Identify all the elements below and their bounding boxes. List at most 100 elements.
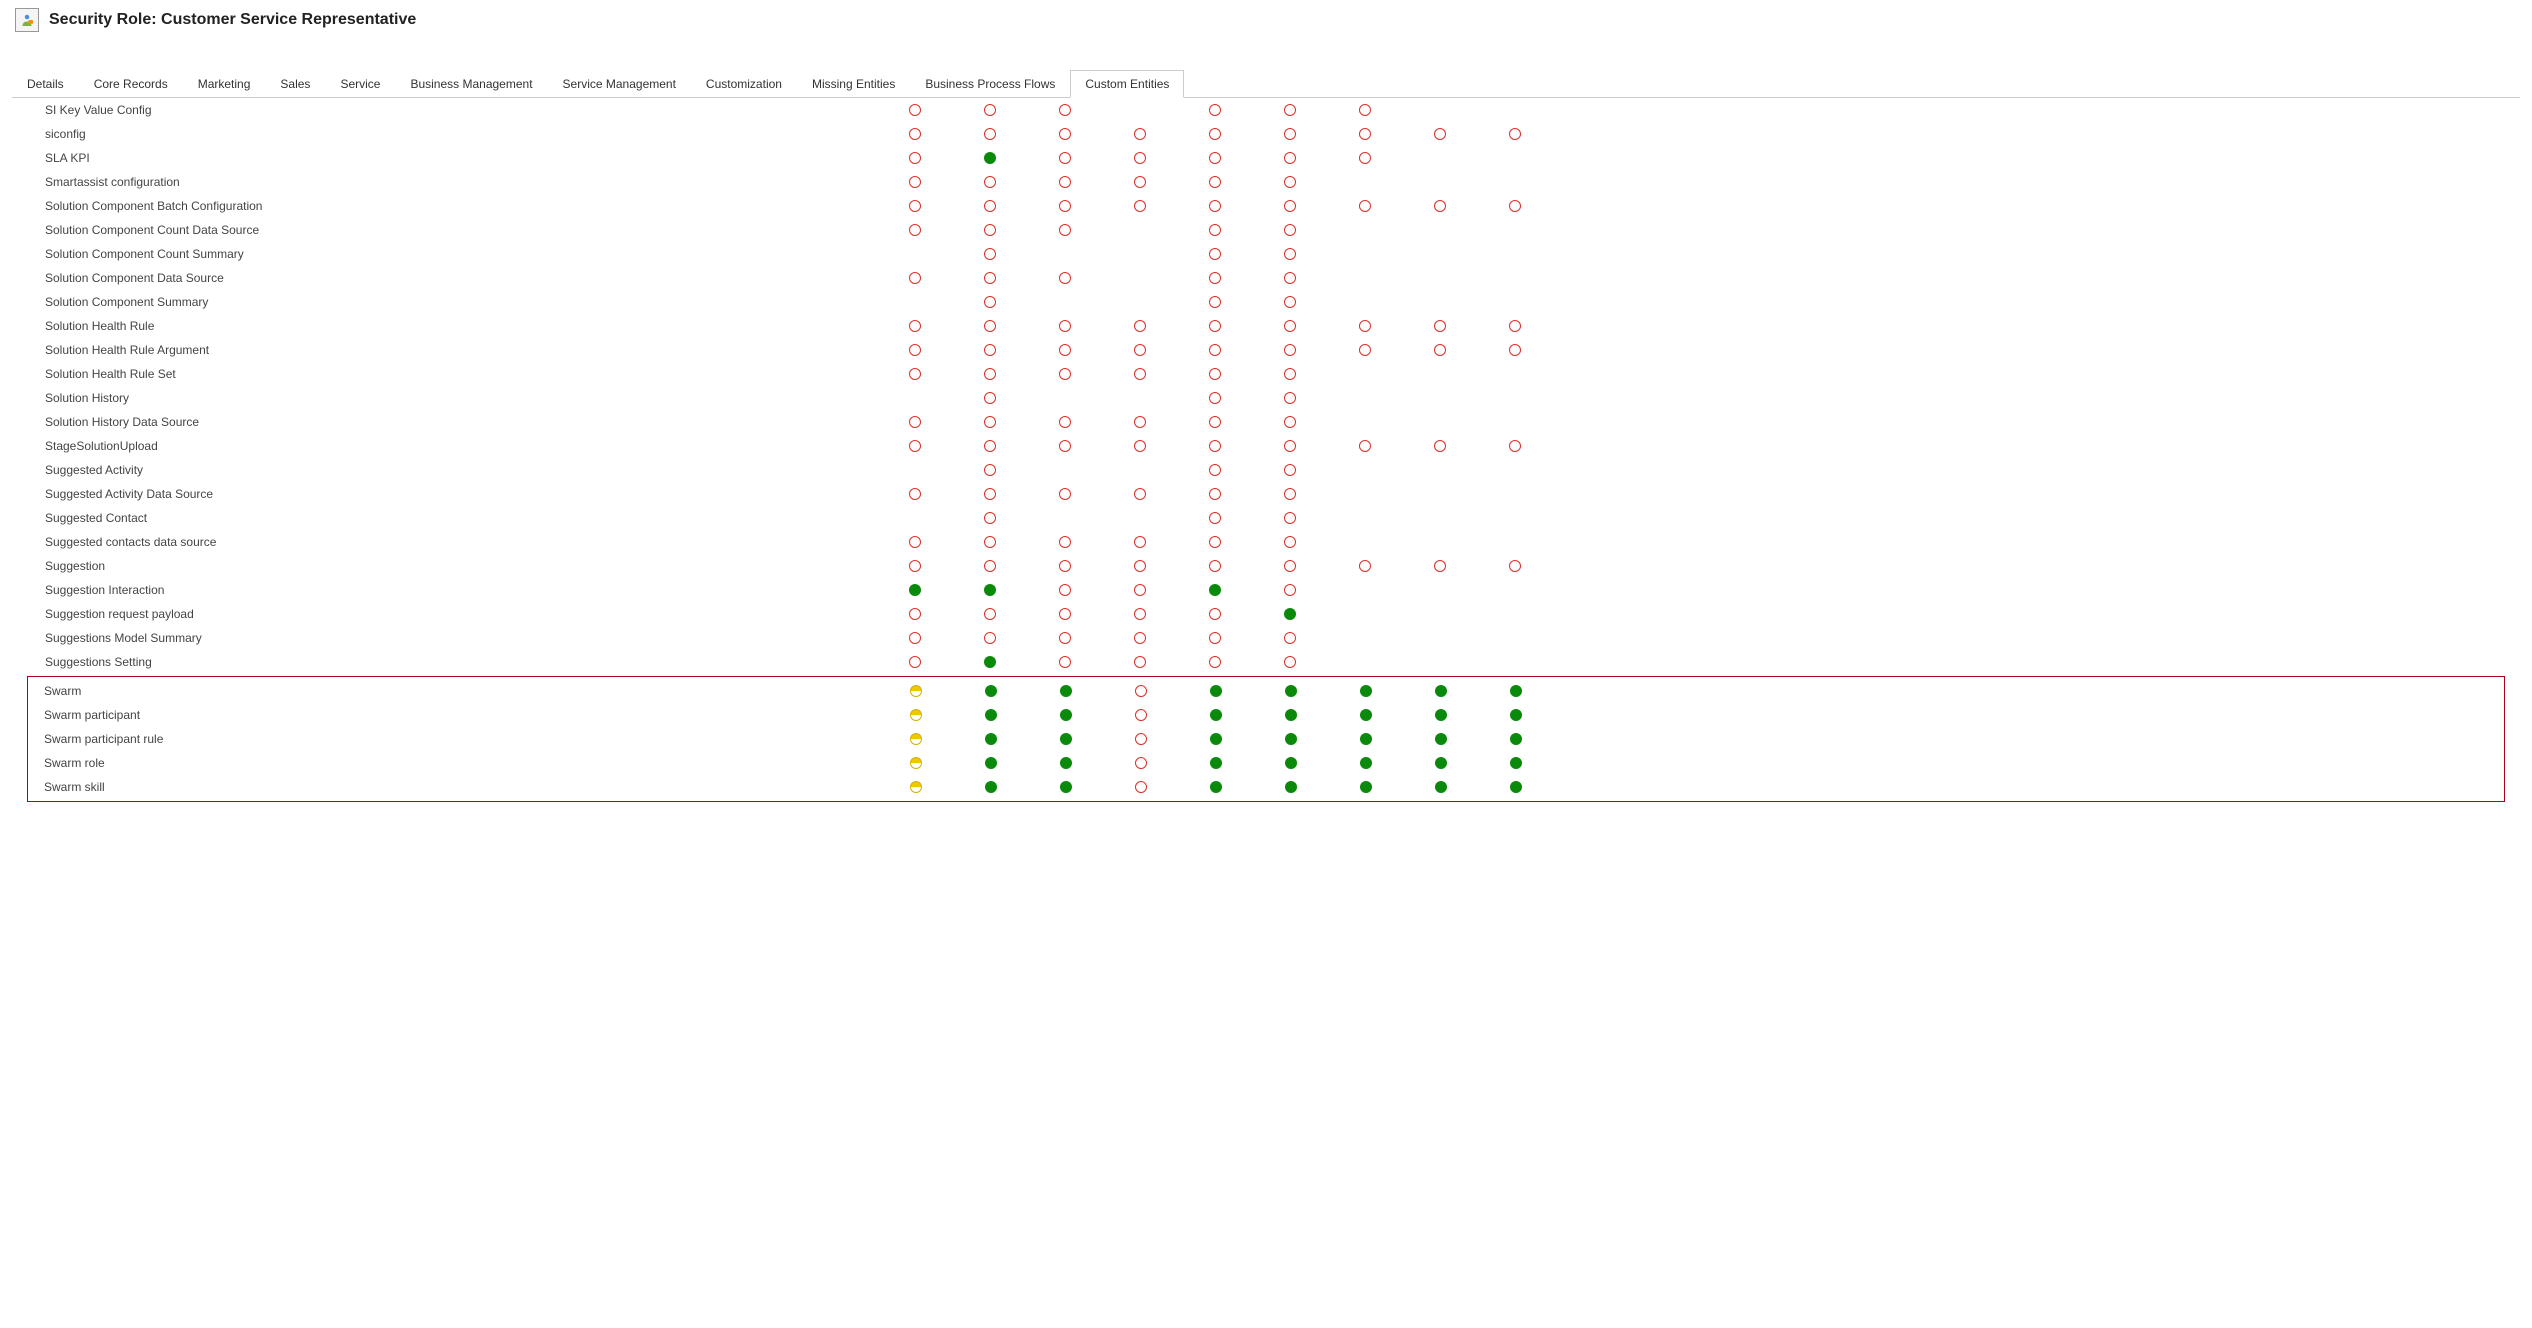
permission-cell[interactable] [1252, 608, 1327, 620]
permission-cell[interactable] [1327, 344, 1402, 356]
permission-indicator-none[interactable] [984, 344, 996, 356]
permission-cell[interactable] [1177, 608, 1252, 620]
permission-indicator-none[interactable] [1209, 392, 1221, 404]
permission-indicator-user[interactable] [910, 733, 922, 745]
permission-indicator-none[interactable] [1135, 709, 1147, 721]
permission-cell[interactable] [1253, 685, 1328, 697]
permission-cell[interactable] [1178, 781, 1253, 793]
permission-indicator-none[interactable] [1059, 632, 1071, 644]
permission-cell[interactable] [1177, 416, 1252, 428]
permission-cell[interactable] [1252, 632, 1327, 644]
permission-cell[interactable] [953, 685, 1028, 697]
permission-indicator-none[interactable] [1359, 128, 1371, 140]
permission-indicator-none[interactable] [909, 368, 921, 380]
permission-cell[interactable] [1402, 440, 1477, 452]
permission-indicator-none[interactable] [1284, 656, 1296, 668]
permission-indicator-none[interactable] [1284, 272, 1296, 284]
permission-cell[interactable] [1103, 709, 1178, 721]
permission-cell[interactable] [1253, 757, 1328, 769]
permission-cell[interactable] [1028, 709, 1103, 721]
permission-cell[interactable] [1102, 128, 1177, 140]
permission-indicator-none[interactable] [1059, 488, 1071, 500]
permission-indicator-none[interactable] [1284, 344, 1296, 356]
permission-indicator-none[interactable] [1209, 344, 1221, 356]
permission-cell[interactable] [1177, 512, 1252, 524]
permission-indicator-none[interactable] [1209, 224, 1221, 236]
permission-indicator-none[interactable] [1135, 685, 1147, 697]
permission-cell[interactable] [1252, 344, 1327, 356]
permission-cell[interactable] [1478, 781, 1553, 793]
permission-cell[interactable] [1102, 200, 1177, 212]
permission-indicator-none[interactable] [984, 608, 996, 620]
permission-cell[interactable] [1253, 733, 1328, 745]
permission-cell[interactable] [1327, 440, 1402, 452]
permission-cell[interactable] [952, 344, 1027, 356]
permission-indicator-none[interactable] [1509, 344, 1521, 356]
permission-indicator-none[interactable] [1209, 488, 1221, 500]
tab-customization[interactable]: Customization [691, 70, 797, 97]
tab-details[interactable]: Details [12, 70, 79, 97]
permission-cell[interactable] [1178, 685, 1253, 697]
permission-indicator-user[interactable] [910, 685, 922, 697]
permission-cell[interactable] [1402, 320, 1477, 332]
permission-indicator-org[interactable] [985, 733, 997, 745]
permission-cell[interactable] [952, 488, 1027, 500]
permission-indicator-org[interactable] [909, 584, 921, 596]
permission-cell[interactable] [952, 152, 1027, 164]
permission-indicator-org[interactable] [1210, 709, 1222, 721]
permission-cell[interactable] [1252, 656, 1327, 668]
permission-indicator-none[interactable] [1059, 224, 1071, 236]
permission-indicator-none[interactable] [1134, 368, 1146, 380]
permission-indicator-none[interactable] [909, 224, 921, 236]
tab-service[interactable]: Service [325, 70, 395, 97]
permission-indicator-none[interactable] [909, 104, 921, 116]
permission-indicator-none[interactable] [984, 272, 996, 284]
permission-indicator-none[interactable] [1059, 608, 1071, 620]
permission-indicator-org[interactable] [985, 781, 997, 793]
permission-cell[interactable] [1028, 733, 1103, 745]
permission-indicator-none[interactable] [1359, 320, 1371, 332]
permission-indicator-org[interactable] [1285, 781, 1297, 793]
permission-indicator-none[interactable] [909, 272, 921, 284]
permission-indicator-none[interactable] [1284, 440, 1296, 452]
permission-indicator-org[interactable] [984, 152, 996, 164]
permission-cell[interactable] [1252, 488, 1327, 500]
permission-cell[interactable] [1478, 757, 1553, 769]
permission-cell[interactable] [953, 781, 1028, 793]
permission-indicator-none[interactable] [1059, 272, 1071, 284]
permission-indicator-none[interactable] [1509, 200, 1521, 212]
permission-cell[interactable] [952, 632, 1027, 644]
permission-cell[interactable] [877, 560, 952, 572]
permission-cell[interactable] [1328, 709, 1403, 721]
permission-cell[interactable] [1178, 757, 1253, 769]
permission-indicator-none[interactable] [1059, 344, 1071, 356]
permission-indicator-none[interactable] [1209, 464, 1221, 476]
permission-indicator-org[interactable] [1285, 757, 1297, 769]
permission-indicator-none[interactable] [984, 368, 996, 380]
permission-indicator-none[interactable] [1134, 152, 1146, 164]
permission-cell[interactable] [1027, 488, 1102, 500]
permission-indicator-none[interactable] [1209, 272, 1221, 284]
permission-cell[interactable] [1327, 320, 1402, 332]
permission-indicator-user[interactable] [910, 781, 922, 793]
permission-cell[interactable] [1328, 757, 1403, 769]
permission-indicator-none[interactable] [984, 512, 996, 524]
tab-core-records[interactable]: Core Records [79, 70, 183, 97]
permission-indicator-none[interactable] [1284, 584, 1296, 596]
permission-indicator-none[interactable] [1059, 440, 1071, 452]
permission-indicator-org[interactable] [1060, 733, 1072, 745]
permission-cell[interactable] [1328, 733, 1403, 745]
permission-indicator-none[interactable] [984, 296, 996, 308]
permission-indicator-none[interactable] [1059, 656, 1071, 668]
permission-indicator-none[interactable] [1284, 176, 1296, 188]
tab-marketing[interactable]: Marketing [183, 70, 266, 97]
permission-indicator-none[interactable] [1284, 152, 1296, 164]
permission-cell[interactable] [1027, 104, 1102, 116]
permission-cell[interactable] [1177, 200, 1252, 212]
permission-indicator-none[interactable] [1434, 320, 1446, 332]
permission-cell[interactable] [952, 656, 1027, 668]
permission-cell[interactable] [952, 392, 1027, 404]
permission-indicator-org[interactable] [1435, 781, 1447, 793]
permission-cell[interactable] [1402, 344, 1477, 356]
permission-cell[interactable] [878, 733, 953, 745]
